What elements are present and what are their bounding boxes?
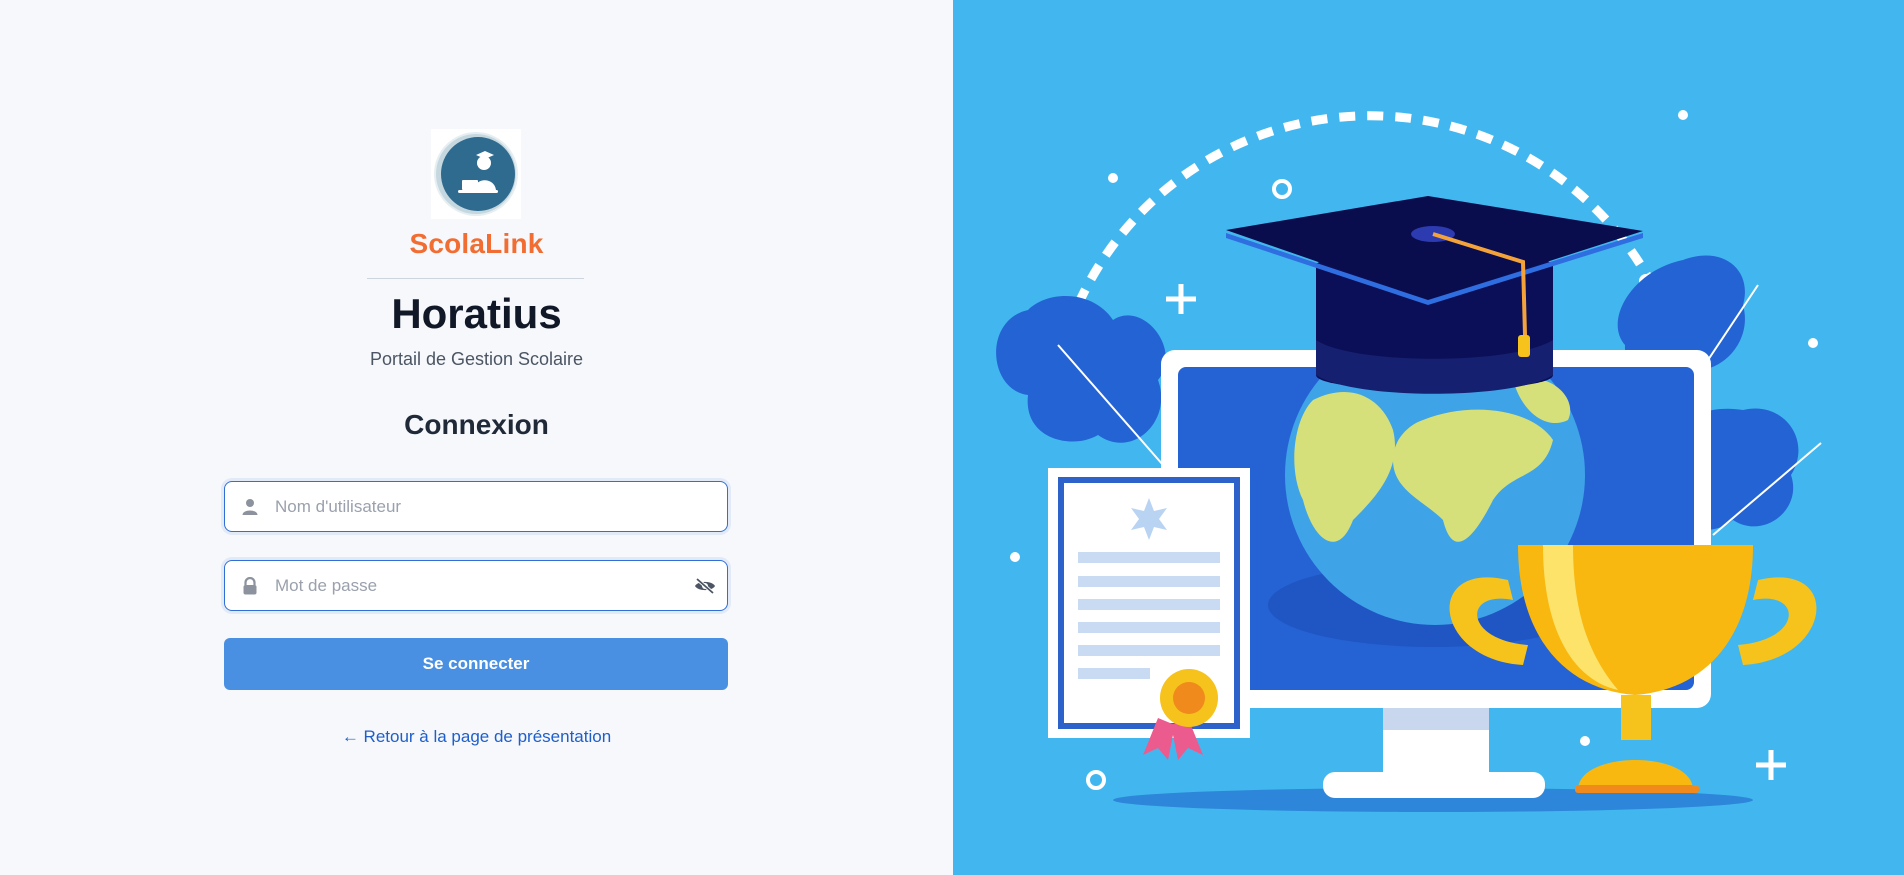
tassel (1518, 335, 1530, 357)
ring (1272, 179, 1292, 199)
sparkle-dot (1108, 173, 1118, 183)
diploma-line (1078, 622, 1220, 633)
login-title: Connexion (404, 409, 549, 440)
diploma-line (1078, 576, 1220, 587)
illustration-pane (953, 0, 1904, 875)
sparkle-dot (1010, 552, 1020, 562)
plus-sign (1756, 750, 1786, 780)
diploma-line (1078, 645, 1220, 656)
monitor-base (1323, 772, 1545, 798)
sparkle-dot (1580, 736, 1590, 746)
sparkle-dot (1678, 110, 1688, 120)
ring (1086, 770, 1106, 790)
logo (431, 129, 521, 219)
username-field[interactable] (224, 481, 728, 532)
lock-icon (225, 576, 275, 595)
cap-board (1226, 196, 1643, 300)
password-field[interactable] (224, 560, 728, 611)
brand-name: ScolaLink (409, 228, 544, 259)
graduation-illustration (996, 110, 1822, 812)
app-title: Horatius (391, 290, 562, 337)
login-pane: ScolaLink Horatius Portail de Gestion Sc… (0, 0, 953, 875)
diploma-line (1078, 599, 1220, 610)
trophy-stem (1621, 695, 1651, 740)
monitor-neck-shade (1383, 708, 1489, 730)
user-icon (225, 498, 275, 516)
leaf (996, 296, 1166, 443)
username-input[interactable] (275, 482, 727, 531)
login-button[interactable]: Se connecter (224, 638, 728, 690)
password-input[interactable] (275, 561, 683, 610)
diploma-line (1078, 552, 1220, 563)
trophy-handle (1738, 577, 1817, 665)
diploma-line (1078, 668, 1150, 679)
back-to-presentation-link[interactable]: ← Retour à la page de présentation (342, 727, 611, 746)
plus-sign (1166, 284, 1196, 314)
divider (367, 278, 584, 279)
app-subtitle: Portail de Gestion Scolaire (369, 349, 584, 369)
seal-center (1173, 682, 1205, 714)
sparkle-dot (1808, 338, 1818, 348)
student-laptop-icon (434, 132, 518, 216)
back-link-row: ← Retour à la page de présentation (0, 727, 953, 747)
eye-slash-icon[interactable] (683, 577, 727, 595)
trophy-plinth (1575, 785, 1699, 793)
